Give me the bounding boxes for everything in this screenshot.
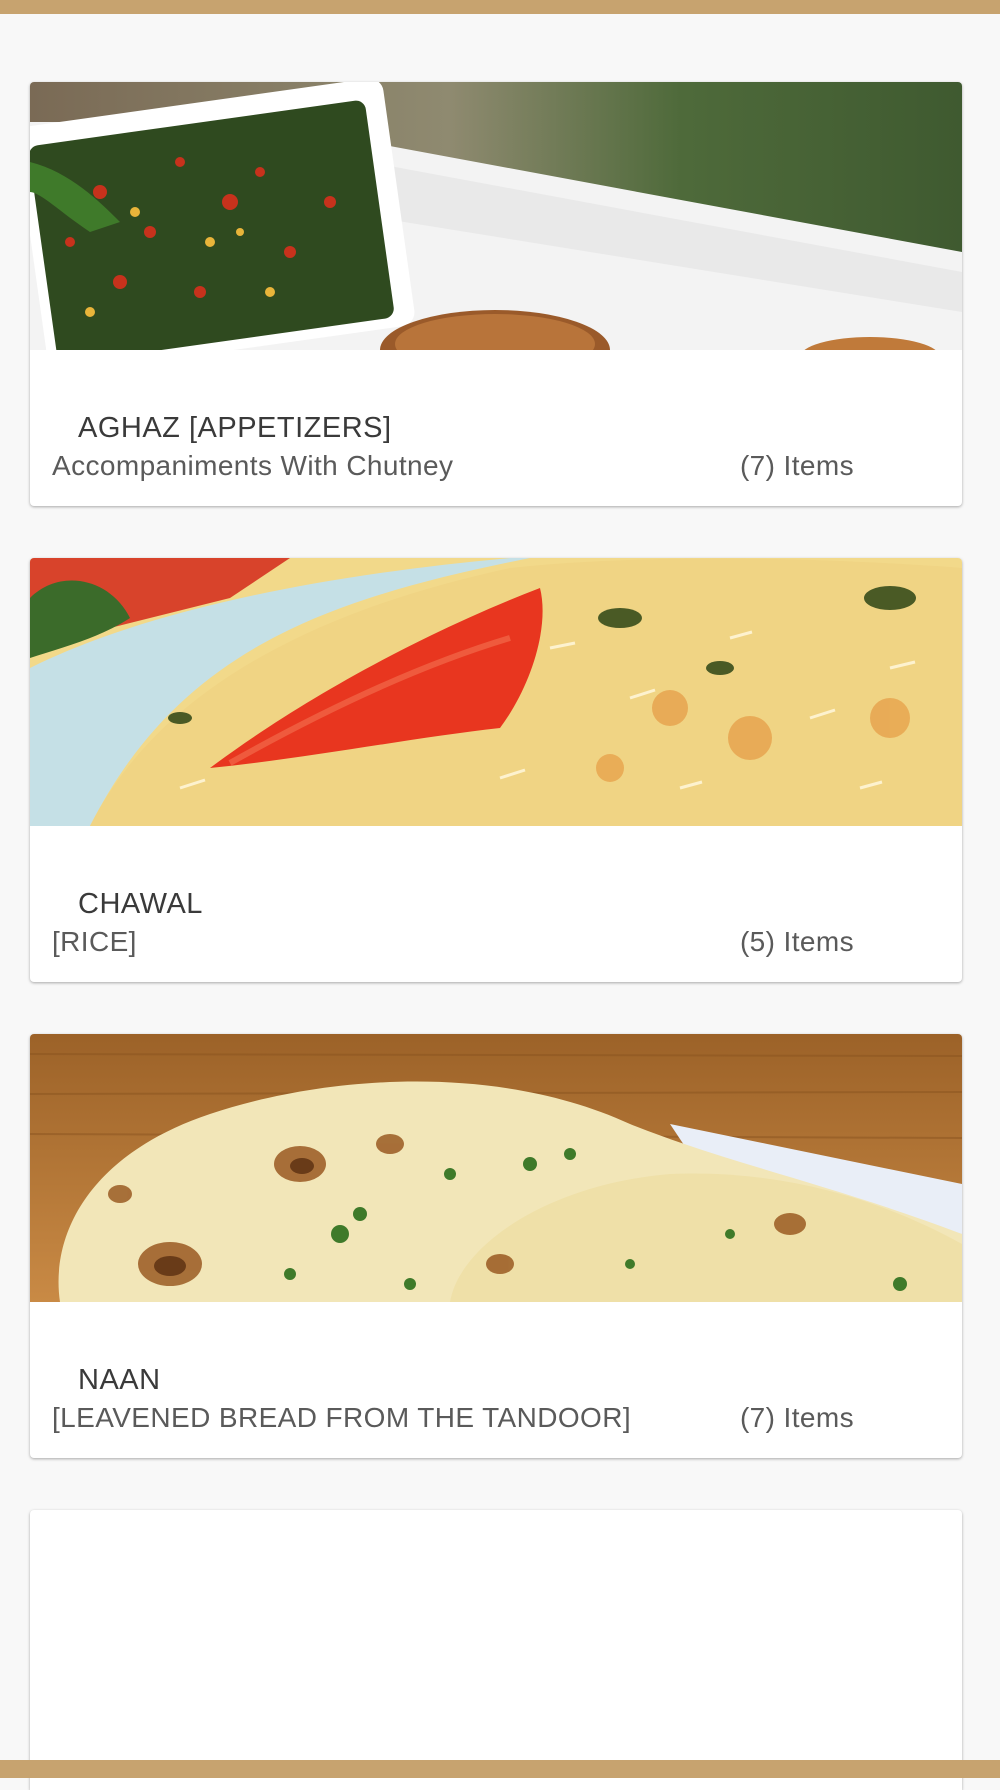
category-item-count: (7) Items [739, 1402, 854, 1433]
category-title: CHAWAL [78, 888, 203, 920]
category-subtitle: [LEAVENED BREAD FROM THE TANDOOR] [52, 1402, 631, 1433]
category-title: NAAN [78, 1364, 161, 1396]
category-card-appetizers[interactable]: AGHAZ [APPETIZERS] Accompaniments With C… [30, 82, 962, 506]
biryani-rice-photo [30, 558, 962, 826]
category-card-loading[interactable] [30, 1510, 962, 1790]
category-subtitle: [RICE] [52, 926, 137, 957]
category-item-count: (5) Items [739, 926, 854, 957]
category-card-naan[interactable]: NAAN [LEAVENED BREAD FROM THE TANDOOR] (… [30, 1034, 962, 1458]
category-card-rice[interactable]: CHAWAL [RICE] (5) Items [30, 558, 962, 982]
category-item-count: (7) Items [739, 450, 854, 481]
category-title: AGHAZ [APPETIZERS] [78, 412, 392, 444]
naan-bread-photo [30, 1034, 962, 1302]
category-subtitle: Accompaniments With Chutney [52, 450, 454, 481]
appetizer-chutney-photo [30, 82, 962, 350]
top-accent-bar [0, 0, 1000, 14]
bottom-accent-bar [0, 1760, 1000, 1778]
